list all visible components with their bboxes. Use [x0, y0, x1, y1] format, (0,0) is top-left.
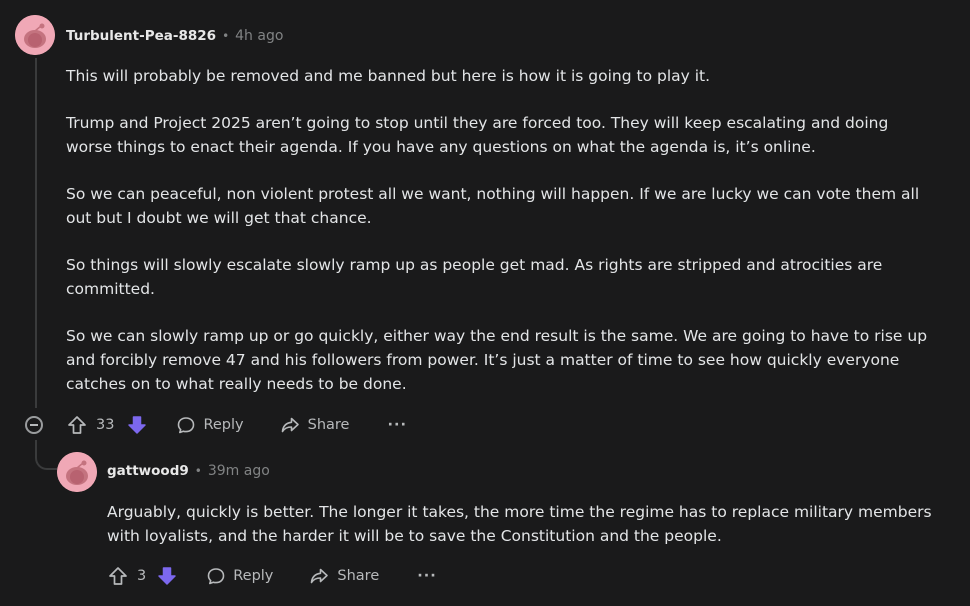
reply-button[interactable]: Reply: [176, 415, 244, 435]
comment-body: This will probably be removed and me ban…: [66, 64, 936, 419]
comment-bubble-icon: [178, 417, 195, 434]
share-arrow-icon: [281, 417, 299, 433]
upvote-button[interactable]: [66, 414, 88, 436]
username[interactable]: Turbulent-Pea-8826: [66, 28, 216, 44]
separator-dot: •: [222, 29, 230, 43]
snoo-avatar-icon: [15, 15, 55, 55]
collapse-thread-button[interactable]: [25, 416, 43, 434]
more-options-button[interactable]: ···: [417, 568, 437, 584]
downvote-button[interactable]: [126, 414, 148, 436]
reply-username[interactable]: gattwood9: [107, 463, 189, 479]
comment-header: Turbulent-Pea-8826 • 4h ago: [66, 28, 283, 44]
upvote-arrow-icon: [68, 416, 86, 434]
reply-paragraph: Arguably, quickly is better. The longer …: [107, 503, 932, 545]
more-icon: ···: [417, 568, 437, 584]
downvote-button[interactable]: [156, 565, 178, 587]
reply-label: Reply: [233, 568, 274, 584]
share-button[interactable]: Share: [280, 415, 350, 435]
reply-header: gattwood9 • 39m ago: [107, 463, 270, 479]
vote-score: 33: [96, 417, 115, 433]
avatar[interactable]: [15, 15, 55, 55]
upvote-button[interactable]: [107, 565, 129, 587]
downvote-arrow-icon: [158, 567, 176, 585]
reply-body: Arguably, quickly is better. The longer …: [107, 500, 947, 571]
reply-action-bar: 3 Reply Share ···: [107, 565, 437, 587]
share-button[interactable]: Share: [309, 566, 379, 586]
comment-paragraph: So things will slowly escalate slowly ra…: [66, 256, 883, 298]
reply-button[interactable]: Reply: [206, 566, 273, 586]
reply-avatar[interactable]: [57, 452, 97, 492]
comment-bubble-icon: [207, 568, 225, 585]
downvote-arrow-icon: [128, 416, 147, 434]
share-label: Share: [307, 417, 350, 433]
share-label: Share: [337, 568, 380, 584]
reply-timestamp[interactable]: 39m ago: [208, 463, 270, 479]
snoo-avatar-icon: [57, 452, 97, 492]
more-options-button[interactable]: ···: [387, 417, 407, 433]
comment-paragraph: Trump and Project 2025 aren’t going to s…: [66, 114, 889, 156]
comment-paragraph: So we can slowly ramp up or go quickly, …: [66, 327, 928, 393]
comment-paragraph: So we can peaceful, non violent protest …: [66, 185, 920, 227]
more-icon: ···: [387, 417, 407, 433]
vote-score: 3: [137, 568, 147, 584]
upvote-arrow-icon: [109, 567, 127, 585]
comment-action-bar: 33 Reply Share ···: [66, 414, 407, 436]
thread-line: [35, 58, 37, 408]
timestamp[interactable]: 4h ago: [235, 28, 283, 44]
reply-thread-connector: [35, 440, 57, 470]
comment-paragraph: This will probably be removed and me ban…: [66, 67, 711, 85]
share-arrow-icon: [311, 568, 329, 584]
separator-dot: •: [194, 464, 202, 478]
reply-label: Reply: [203, 417, 244, 433]
